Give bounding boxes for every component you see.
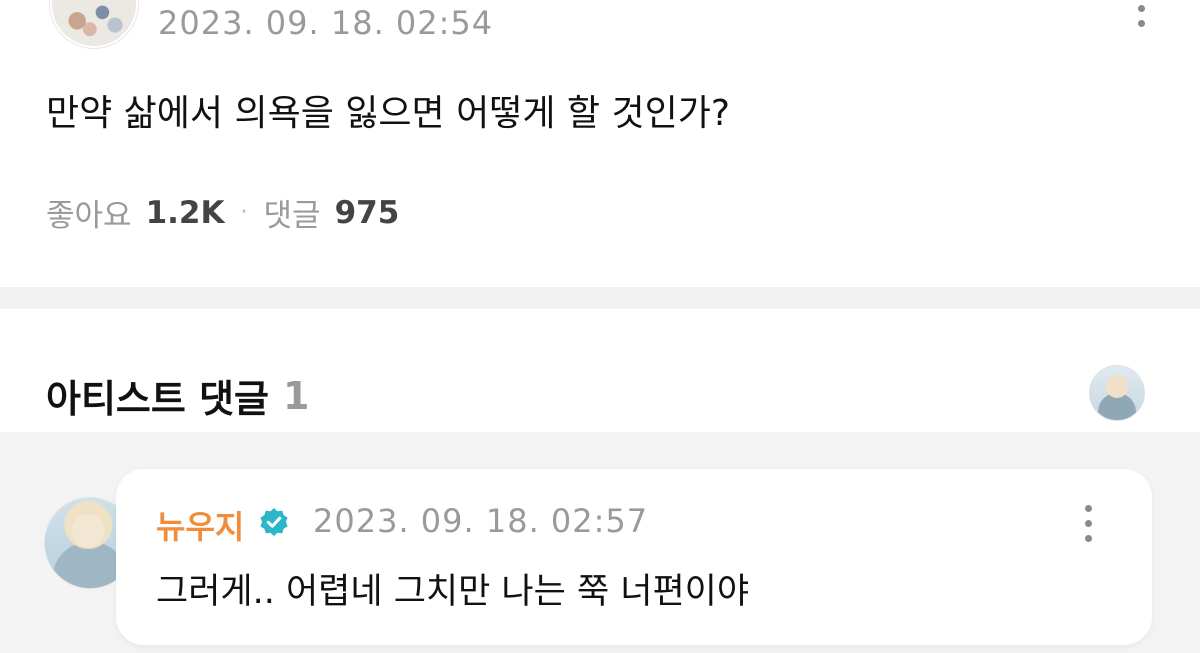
post-header: 2023. 09. 18. 02:54 bbox=[0, 0, 1200, 60]
verified-check-icon bbox=[260, 508, 288, 536]
artist-comments-count: 1 bbox=[283, 373, 310, 418]
comments-label: 댓글 bbox=[263, 198, 321, 234]
comment-author-name[interactable]: 뉴우지 bbox=[156, 502, 244, 548]
comment-bubble bbox=[116, 469, 1152, 645]
comment-timestamp: 2023. 09. 18. 02:57 bbox=[313, 502, 649, 540]
post-author-avatar[interactable] bbox=[50, 0, 138, 48]
section-divider bbox=[0, 287, 1200, 309]
artist-comments-heading: 아티스트 댓글 1 bbox=[46, 368, 309, 423]
post-more-options-icon[interactable] bbox=[1136, 0, 1146, 27]
artist-avatar-thumbnail[interactable] bbox=[1089, 365, 1145, 421]
likes-label: 좋아요 bbox=[46, 198, 132, 234]
post-timestamp: 2023. 09. 18. 02:54 bbox=[158, 4, 494, 42]
likes-count: 1.2K bbox=[145, 194, 225, 231]
comment-text: 그러게.. 어렵네 그치만 나는 쭉 너편이야 bbox=[156, 572, 750, 612]
comments-count: 975 bbox=[334, 194, 400, 231]
stats-separator: · bbox=[240, 200, 248, 225]
artist-comments-title: 아티스트 댓글 bbox=[46, 377, 269, 421]
comment-more-options-icon[interactable] bbox=[1083, 505, 1093, 542]
post-stats: 좋아요 1.2K · 댓글 975 bbox=[46, 190, 399, 235]
post-text: 만약 삶에서 의욕을 잃으면 어떻게 할 것인가? bbox=[46, 93, 730, 134]
